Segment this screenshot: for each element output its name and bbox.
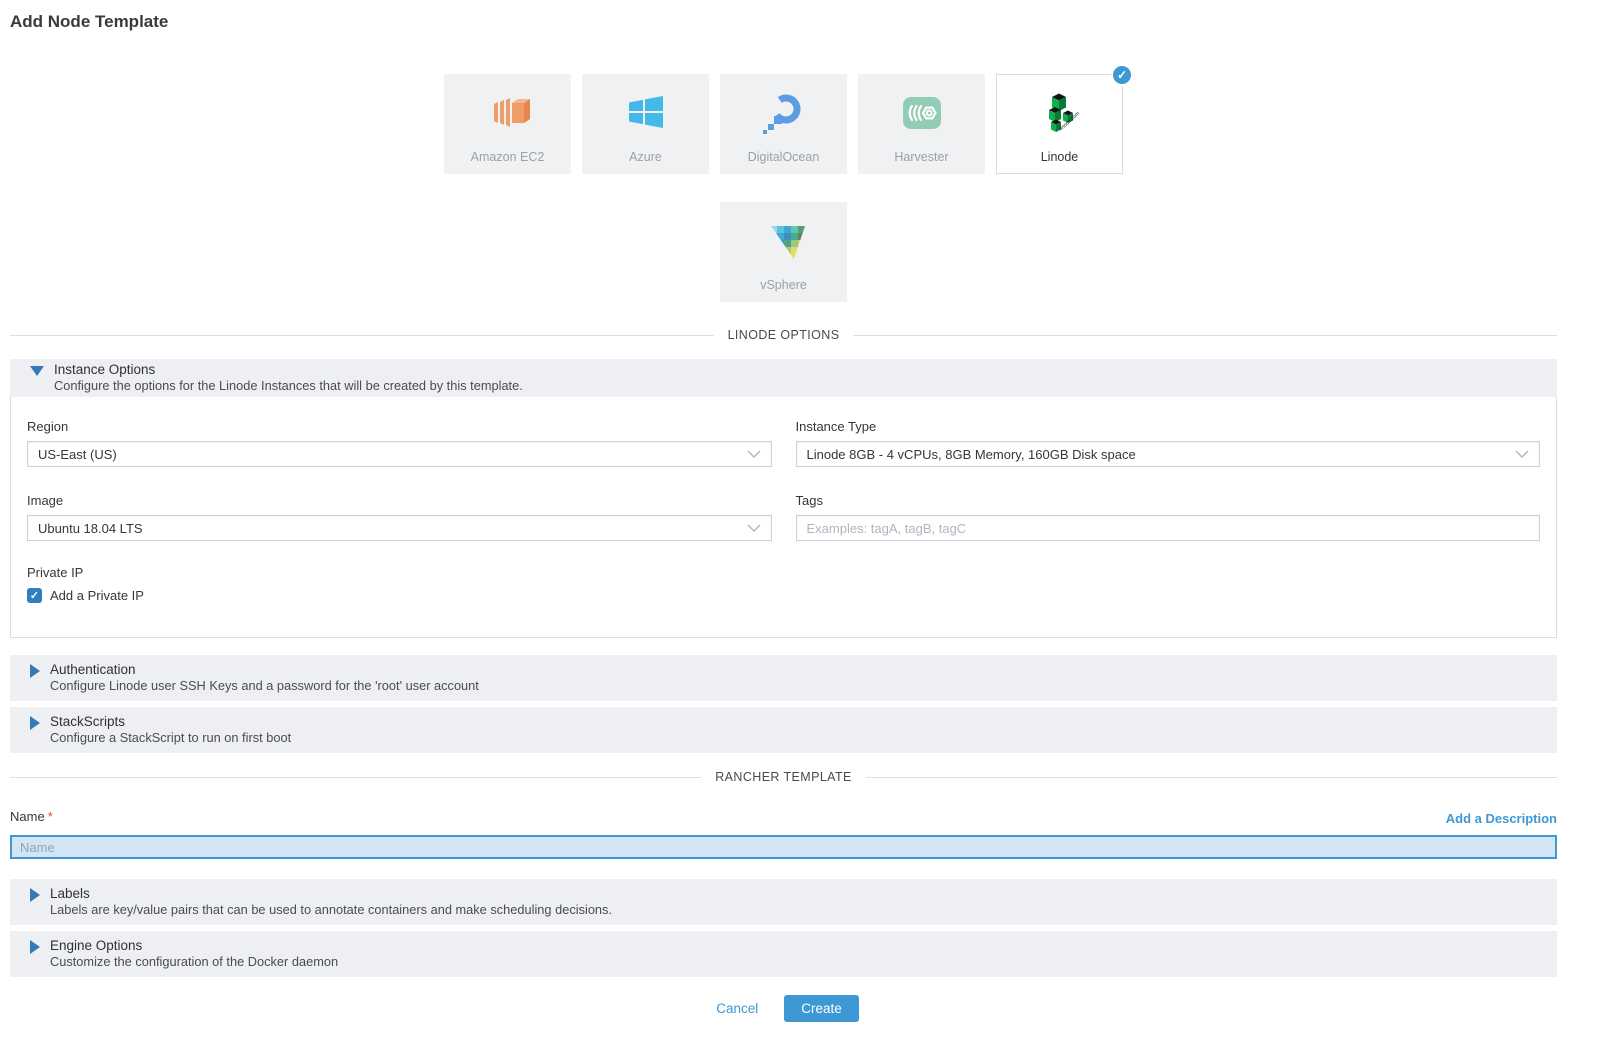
amazon-ec2-icon [484,84,532,142]
labels-section: Labels Labels are key/value pairs that c… [10,879,1557,925]
instance-type-select[interactable]: Linode 8GB - 4 vCPUs, 8GB Memory, 160GB … [796,441,1541,467]
private-ip-group: Private IP Add a Private IP [27,565,1540,603]
section-title: StackScripts [50,714,291,729]
vsphere-icon [760,212,808,270]
name-input[interactable] [10,835,1557,859]
provider-row-2: vSphere [10,202,1557,302]
cancel-button[interactable]: Cancel [708,996,766,1021]
section-title: Authentication [50,662,479,677]
required-asterisk: * [48,809,53,824]
section-title: Labels [50,886,612,901]
section-title: Instance Options [54,362,523,377]
digitalocean-icon [760,84,808,142]
divider-label: RANCHER TEMPLATE [701,770,866,784]
region-field: Region US-East (US) [27,419,772,467]
provider-card-vsphere[interactable]: vSphere [720,202,847,302]
collapse-triangle-icon [30,366,44,376]
private-ip-checkbox[interactable] [27,588,42,603]
section-description: Labels are key/value pairs that can be u… [50,902,612,917]
section-description: Configure a StackScript to run on first … [50,730,291,745]
footer-actions: Cancel Create [10,995,1557,1022]
instance-type-label: Instance Type [796,419,1541,434]
name-row: Name* Add a Description [10,808,1557,826]
chevron-down-icon [1515,450,1529,458]
provider-label: Azure [629,150,662,164]
chevron-down-icon [747,450,761,458]
region-label: Region [27,419,772,434]
provider-label: Linode [1041,150,1079,164]
harvester-icon [898,84,946,142]
name-label: Name [10,809,45,824]
page-title: Add Node Template [10,12,1557,32]
labels-header[interactable]: Labels Labels are key/value pairs that c… [10,879,1557,925]
image-value: Ubuntu 18.04 LTS [38,521,143,536]
tags-label: Tags [796,493,1541,508]
provider-card-harvester[interactable]: Harvester [858,74,985,174]
divider-label: LINODE OPTIONS [714,328,854,342]
instance-options-header[interactable]: Instance Options Configure the options f… [10,359,1557,397]
expand-triangle-icon [30,664,40,678]
tags-field: Tags [796,493,1541,541]
azure-icon [622,84,670,142]
linode-options-divider: LINODE OPTIONS [10,328,1557,342]
section-description: Customize the configuration of the Docke… [50,954,338,969]
add-description-link[interactable]: Add a Description [1446,811,1557,826]
linode-icon: linode.com [1036,84,1084,142]
provider-label: Amazon EC2 [471,150,545,164]
image-label: Image [27,493,772,508]
section-description: Configure Linode user SSH Keys and a pas… [50,678,479,693]
tags-input[interactable] [796,515,1541,541]
instance-type-value: Linode 8GB - 4 vCPUs, 8GB Memory, 160GB … [807,447,1136,462]
instance-options-section: Instance Options Configure the options f… [10,359,1557,638]
provider-label: vSphere [760,278,807,292]
provider-card-azure[interactable]: Azure [582,74,709,174]
rancher-template-divider: RANCHER TEMPLATE [10,770,1557,784]
region-select[interactable]: US-East (US) [27,441,772,467]
engine-options-section: Engine Options Customize the configurati… [10,931,1557,977]
private-ip-label: Private IP [27,565,1540,580]
image-select[interactable]: Ubuntu 18.04 LTS [27,515,772,541]
expand-triangle-icon [30,888,40,902]
authentication-header[interactable]: Authentication Configure Linode user SSH… [10,655,1557,701]
provider-label: DigitalOcean [748,150,820,164]
expand-triangle-icon [30,716,40,730]
provider-row-1: Amazon EC2 Azure [10,74,1557,174]
instance-type-field: Instance Type Linode 8GB - 4 vCPUs, 8GB … [796,419,1541,467]
provider-label: Harvester [894,150,948,164]
section-description: Configure the options for the Linode Ins… [54,378,523,393]
provider-card-linode[interactable]: linode.com Linode [996,74,1123,174]
stackscripts-section: StackScripts Configure a StackScript to … [10,707,1557,753]
selected-check-icon [1111,64,1133,86]
private-ip-checkbox-row: Add a Private IP [27,588,1540,603]
private-ip-checkbox-label: Add a Private IP [50,588,144,603]
expand-triangle-icon [30,940,40,954]
engine-options-header[interactable]: Engine Options Customize the configurati… [10,931,1557,977]
stackscripts-header[interactable]: StackScripts Configure a StackScript to … [10,707,1557,753]
add-node-template-page: Add Node Template Amazon EC2 [0,0,1600,1036]
authentication-section: Authentication Configure Linode user SSH… [10,655,1557,701]
instance-options-body: Region US-East (US) Instance Type Linode… [10,397,1557,638]
image-field: Image Ubuntu 18.04 LTS [27,493,772,541]
provider-card-amazon-ec2[interactable]: Amazon EC2 [444,74,571,174]
region-value: US-East (US) [38,447,117,462]
chevron-down-icon [747,524,761,532]
create-button[interactable]: Create [784,995,859,1022]
section-title: Engine Options [50,938,338,953]
provider-card-digitalocean[interactable]: DigitalOcean [720,74,847,174]
